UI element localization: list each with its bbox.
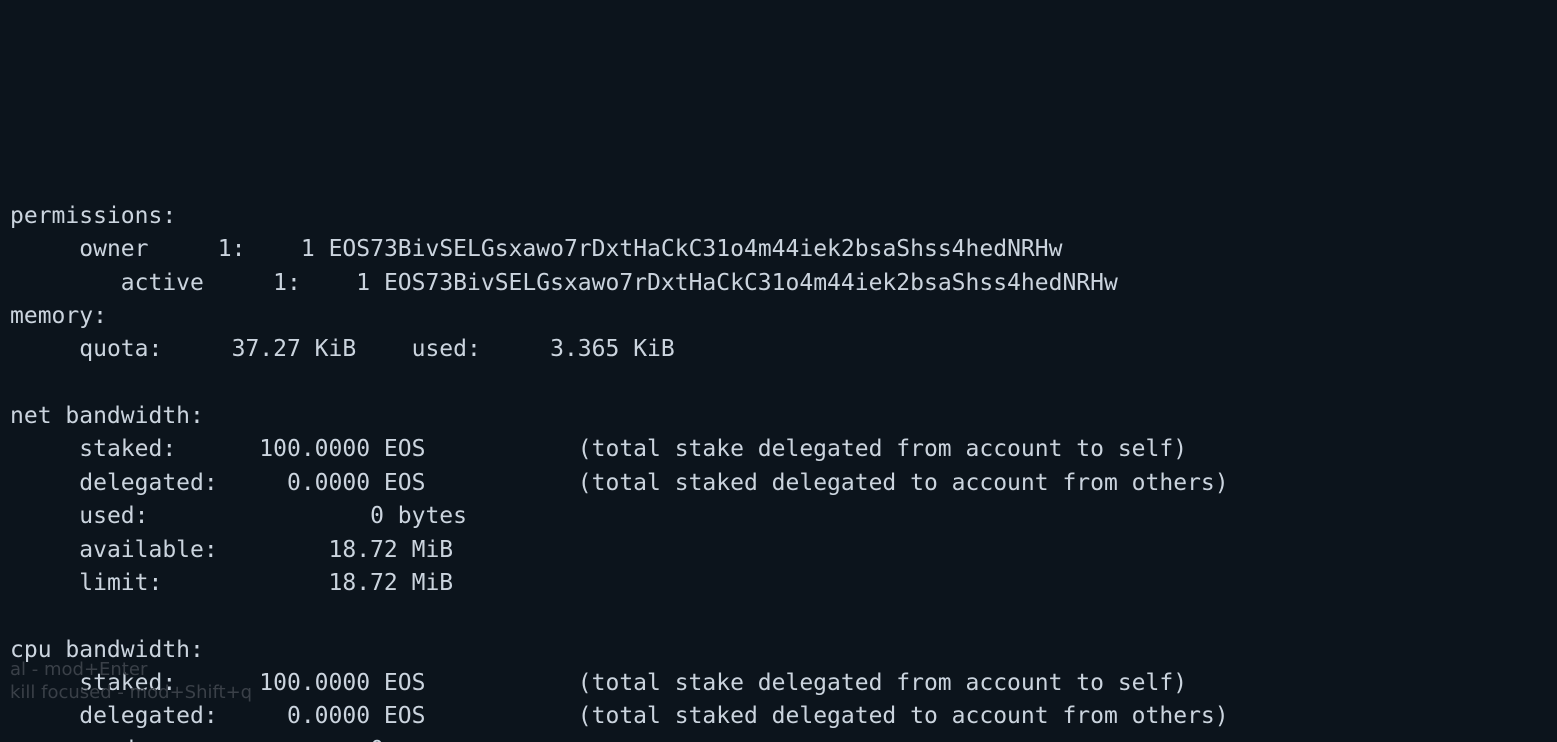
cpu-delegated-label: delegated: (79, 703, 217, 729)
net-delegated-label: delegated: (79, 470, 217, 496)
memory-header: memory: (10, 303, 107, 329)
net-delegated-value: 0.0000 EOS (287, 470, 425, 496)
net-limit-label: limit: (79, 570, 162, 596)
cpu-header: cpu bandwidth: (10, 637, 204, 663)
perm-owner-weight-l: 1: (218, 236, 246, 262)
cpu-delegated-value: 0.0000 EOS (287, 703, 425, 729)
perm-active-weight-r: 1 (356, 270, 370, 296)
net-used-value: 0 bytes (370, 503, 467, 529)
net-header: net bandwidth: (10, 403, 204, 429)
mem-quota-label: quota: (79, 336, 162, 362)
cpu-delegated-note: (total staked delegated to account from … (578, 703, 1229, 729)
net-staked-note: (total stake delegated from account to s… (578, 436, 1187, 462)
perm-owner-name: owner (79, 236, 148, 262)
cpu-used-value: 0 us (370, 737, 425, 742)
cpu-used-label: used: (79, 737, 148, 742)
cpu-staked-value: 100.0000 EOS (259, 670, 425, 696)
perm-owner-weight-r: 1 (301, 236, 315, 262)
terminal-output: permissions: owner 1: 1 EOS73BivSELGsxaw… (0, 167, 1557, 742)
cpu-staked-note: (total stake delegated from account to s… (578, 670, 1187, 696)
net-available-value: 18.72 MiB (329, 537, 454, 563)
perm-active-name: active (121, 270, 204, 296)
net-staked-value: 100.0000 EOS (259, 436, 425, 462)
perm-active-weight-l: 1: (273, 270, 301, 296)
mem-used-label: used: (412, 336, 481, 362)
cpu-staked-label: staked: (79, 670, 176, 696)
net-staked-label: staked: (79, 436, 176, 462)
mem-quota-value: 37.27 KiB (232, 336, 357, 362)
net-available-label: available: (79, 537, 217, 563)
net-limit-value: 18.72 MiB (329, 570, 454, 596)
mem-used-value: 3.365 KiB (550, 336, 675, 362)
net-used-label: used: (79, 503, 148, 529)
permissions-header: permissions: (10, 203, 176, 229)
net-delegated-note: (total staked delegated to account from … (578, 470, 1229, 496)
perm-owner-key: EOS73BivSELGsxawo7rDxtHaCkC31o4m44iek2bs… (329, 236, 1063, 262)
perm-active-key: EOS73BivSELGsxawo7rDxtHaCkC31o4m44iek2bs… (384, 270, 1118, 296)
